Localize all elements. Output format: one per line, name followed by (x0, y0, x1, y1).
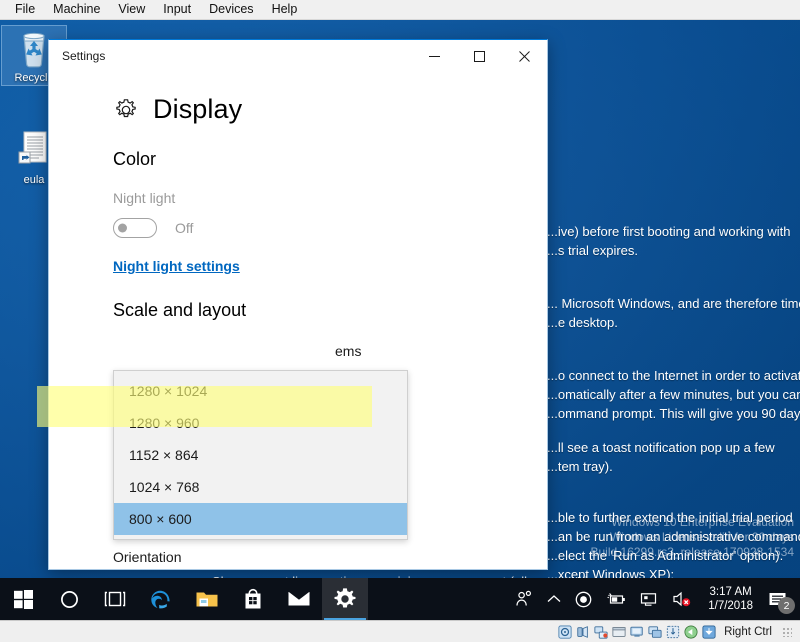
host-key-icon[interactable] (702, 624, 716, 639)
resize-grip[interactable] (782, 626, 792, 637)
settings-title-bar[interactable]: Settings (49, 40, 547, 72)
screen-root: File Machine View Input Devices Help Rec… (0, 0, 800, 642)
file-explorer-button[interactable] (184, 578, 230, 620)
remote-desktop-icon[interactable] (648, 625, 662, 639)
close-button[interactable] (502, 40, 547, 72)
usb-icon[interactable] (666, 625, 680, 639)
gear-icon (113, 97, 139, 123)
windows-activation-watermark: Windows 10 Enterprise Evaluation Windows… (591, 515, 795, 560)
action-center-badge: 2 (778, 597, 795, 614)
page-title: Display (153, 94, 243, 124)
window-title: Settings (62, 49, 106, 63)
people-icon (516, 590, 532, 606)
menu-machine[interactable]: Machine (44, 0, 109, 19)
wallpaper-line-8: ...ll see a toast notification pop up a … (547, 440, 775, 455)
wallpaper-line-3: ... Microsoft Windows, and are therefore… (547, 296, 800, 311)
scale-section-heading: Scale and layout (113, 300, 247, 320)
network-tray-icon[interactable] (633, 578, 665, 620)
resolution-option-1280x1024[interactable]: 1280 × 1024 (114, 375, 407, 407)
scale-label-clipped: ems (335, 343, 362, 359)
shared-folder-icon[interactable] (612, 625, 626, 639)
taskbar: 3:17 AM 1/7/2018 2 (0, 578, 800, 620)
window-controls (412, 40, 547, 72)
edge-icon (151, 590, 170, 609)
watermark-line-3: Build 16299.rs3_release.170928-1534 (590, 545, 795, 559)
cortana-button[interactable] (46, 578, 92, 620)
task-view-button[interactable] (92, 578, 138, 620)
speaker-muted-icon (673, 591, 691, 607)
volume-tray-icon[interactable] (665, 578, 699, 620)
resolution-option-1024x768[interactable]: 1024 × 768 (114, 471, 407, 503)
store-button[interactable] (230, 578, 276, 620)
store-bag-icon (245, 588, 261, 609)
task-view-icon (104, 591, 126, 607)
gear-icon (334, 588, 356, 608)
display-page-header: Display (113, 94, 547, 125)
edge-button[interactable] (138, 578, 184, 620)
recording-indicator-icon[interactable] (568, 578, 599, 620)
resolution-option-1152x864[interactable]: 1152 × 864 (114, 439, 407, 471)
hard-disk-icon[interactable] (558, 624, 572, 639)
night-light-state: Off (175, 220, 194, 236)
cortana-circle-icon (60, 590, 78, 608)
minimize-icon (429, 55, 440, 57)
display-icon[interactable] (630, 625, 644, 639)
maximize-icon (474, 50, 485, 62)
virtualbox-menubar: File Machine View Input Devices Help (0, 0, 800, 20)
mouse-integration-icon[interactable] (684, 624, 698, 639)
virtualbox-status-bar: Right Ctrl (0, 620, 800, 642)
wallpaper-line-9: ...tem tray). (547, 459, 613, 474)
watermark-line-2: Windows License valid for 90 days (609, 530, 794, 544)
host-key-label: Right Ctrl (724, 625, 772, 638)
color-section-heading: Color (113, 149, 157, 169)
power-tray-icon[interactable] (599, 578, 633, 620)
watermark-line-1: Windows 10 Enterprise Evaluation (611, 515, 794, 529)
mail-button[interactable] (276, 578, 322, 620)
wallpaper-line-1: ...ive) before first booting and working… (547, 224, 791, 239)
windows-logo-icon (13, 589, 33, 609)
settings-taskbar-button[interactable] (322, 578, 368, 620)
clock-date: 1/7/2018 (708, 600, 753, 612)
system-tray: 3:17 AM 1/7/2018 2 (508, 578, 800, 620)
taskbar-clock[interactable]: 3:17 AM 1/7/2018 (699, 578, 762, 620)
start-button[interactable] (0, 578, 46, 620)
clock-time: 3:17 AM (709, 586, 752, 598)
menu-file[interactable]: File (6, 0, 44, 19)
maximize-button[interactable] (457, 40, 502, 72)
night-light-settings-link[interactable]: Night light settings (113, 258, 240, 274)
night-light-toggle-row: Off (113, 218, 547, 238)
mail-envelope-icon (288, 592, 310, 606)
audio-icon[interactable] (576, 625, 590, 639)
taskbar-buttons (0, 578, 368, 620)
menu-devices[interactable]: Devices (200, 0, 262, 19)
network-monitor-icon (641, 592, 657, 606)
close-icon (519, 50, 530, 62)
menu-input[interactable]: Input (154, 0, 200, 19)
night-light-toggle[interactable] (113, 218, 157, 238)
show-hidden-icons-button[interactable] (540, 578, 568, 620)
wallpaper-line-5: ...o connect to the Internet in order to… (547, 368, 800, 383)
wallpaper-line-6: ...omatically after a few minutes, but y… (547, 387, 800, 402)
vm-guest-screen: Recycle eula ...ive) before first bootin… (0, 20, 800, 620)
minimize-button[interactable] (412, 40, 457, 72)
chevron-up-icon (547, 595, 561, 602)
wallpaper-line-4: ...e desktop. (547, 315, 618, 330)
network-icon[interactable] (594, 625, 608, 639)
resolution-dropdown-list[interactable]: 1280 × 1024 1280 × 960 1152 × 864 1024 ×… (113, 370, 408, 540)
orientation-label: Orientation (113, 549, 182, 565)
battery-icon (607, 593, 626, 604)
menu-help[interactable]: Help (263, 0, 307, 19)
folder-icon (196, 592, 218, 607)
people-tray-icon[interactable] (508, 578, 540, 620)
settings-window[interactable]: Settings Display Color Night light Off N… (48, 39, 548, 570)
resolution-option-800x600[interactable]: 800 × 600 (114, 503, 407, 535)
wallpaper-line-7: ...ommand prompt. This will give you 90 … (547, 406, 800, 421)
night-light-label: Night light (113, 190, 176, 206)
action-center-button[interactable]: 2 (762, 578, 798, 620)
toggle-knob (118, 223, 127, 233)
record-dot-icon (575, 591, 592, 607)
wallpaper-line-2: ...s trial expires. (547, 243, 639, 258)
menu-view[interactable]: View (109, 0, 154, 19)
resolution-option-1280x960[interactable]: 1280 × 960 (114, 407, 407, 439)
